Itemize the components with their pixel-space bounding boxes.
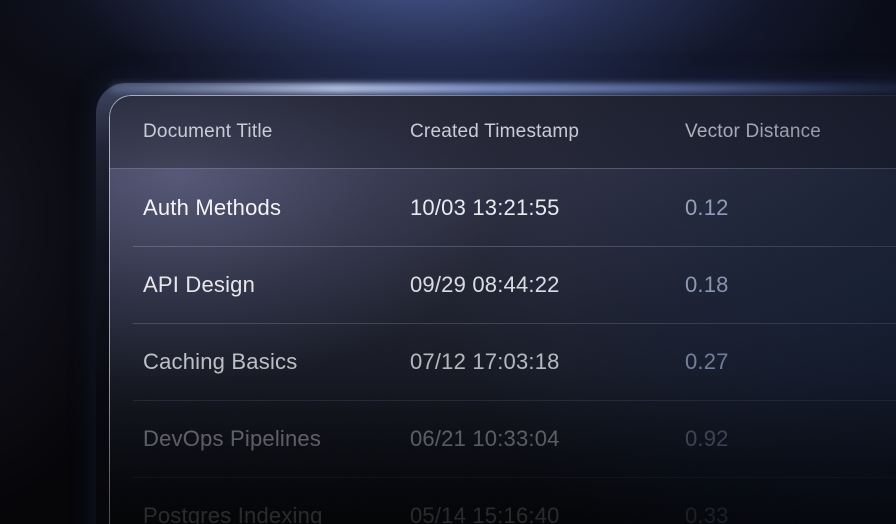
cell-created-timestamp: 05/14 15:16:40	[410, 503, 685, 524]
cell-vector-distance: 0.18	[685, 272, 896, 298]
card-outer-rim: Document Title Created Timestamp Vector …	[96, 83, 896, 524]
cell-document-title: DevOps Pipelines	[143, 426, 410, 452]
cell-created-timestamp: 10/03 13:21:55	[410, 195, 685, 221]
cell-created-timestamp: 06/21 10:33:04	[410, 426, 685, 452]
table-row[interactable]: API Design 09/29 08:44:22 0.18	[109, 246, 896, 323]
cell-created-timestamp: 07/12 17:03:18	[410, 349, 685, 375]
column-header-document-title[interactable]: Document Title	[143, 121, 410, 143]
table-header-row: Document Title Created Timestamp Vector …	[109, 95, 896, 169]
cell-vector-distance: 0.27	[685, 349, 896, 375]
table-body: Auth Methods 10/03 13:21:55 0.12 API Des…	[109, 169, 896, 524]
column-header-vector-distance[interactable]: Vector Distance	[685, 121, 896, 143]
table-row[interactable]: DevOps Pipelines 06/21 10:33:04 0.92	[109, 400, 896, 477]
cell-vector-distance: 0.92	[685, 426, 896, 452]
cell-document-title: API Design	[143, 272, 410, 298]
cell-document-title: Postgres Indexing	[143, 503, 410, 524]
screenshot-stage: Document Title Created Timestamp Vector …	[0, 0, 896, 524]
table-row[interactable]: Auth Methods 10/03 13:21:55 0.12	[109, 169, 896, 246]
cell-vector-distance: 0.12	[685, 195, 896, 221]
cell-document-title: Caching Basics	[143, 349, 410, 375]
table-row[interactable]: Postgres Indexing 05/14 15:16:40 0.33	[109, 477, 896, 524]
documents-results-card: Document Title Created Timestamp Vector …	[109, 95, 896, 524]
table-row[interactable]: Caching Basics 07/12 17:03:18 0.27	[109, 323, 896, 400]
column-header-created-timestamp[interactable]: Created Timestamp	[410, 121, 685, 143]
cell-vector-distance: 0.33	[685, 503, 896, 524]
cell-document-title: Auth Methods	[143, 195, 410, 221]
cell-created-timestamp: 09/29 08:44:22	[410, 272, 685, 298]
